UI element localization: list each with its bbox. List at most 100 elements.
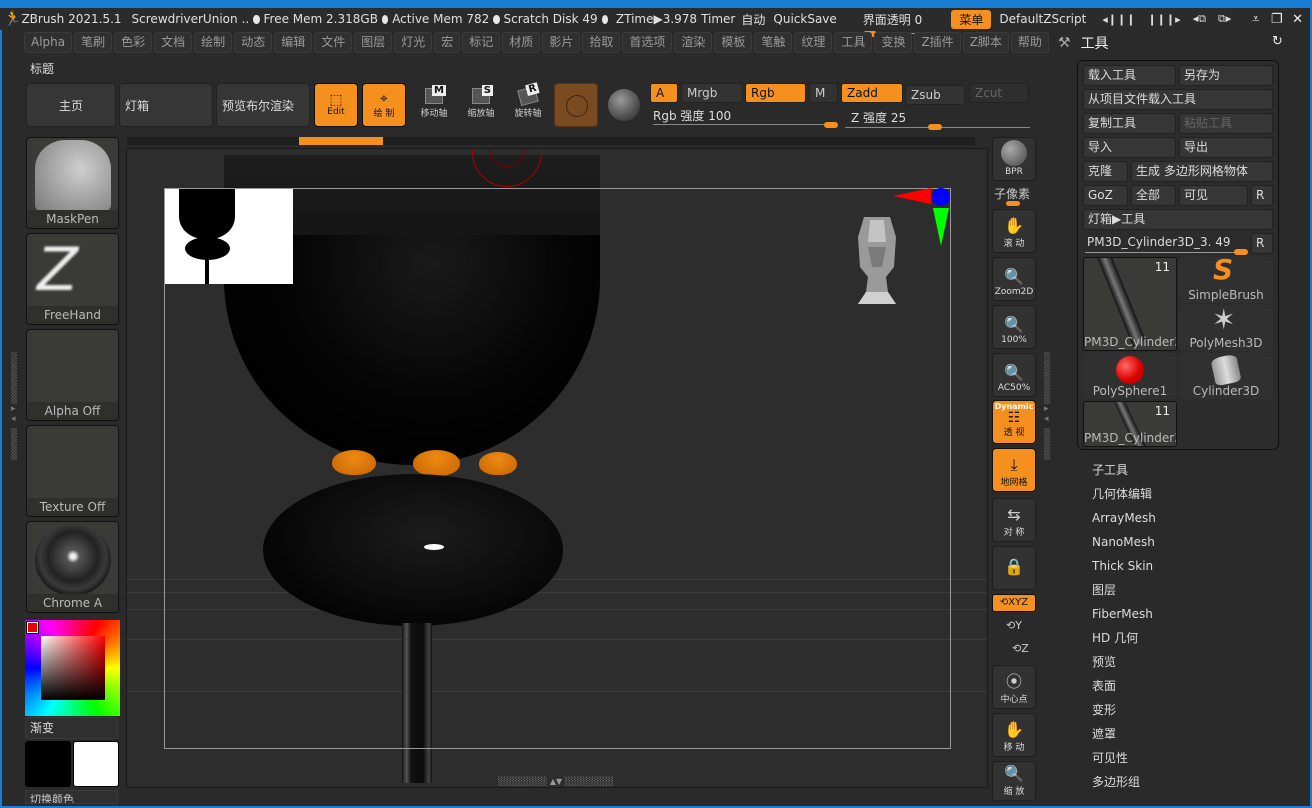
color-mode-icon[interactable] xyxy=(608,89,640,121)
zcut-toggle[interactable]: Zcut xyxy=(969,83,1029,103)
menu-item[interactable]: 编辑 xyxy=(274,32,313,53)
paste-tool-button[interactable]: 粘贴工具 xyxy=(1179,113,1273,134)
menu-item[interactable]: 纹理 xyxy=(794,32,833,53)
menu-button[interactable]: 菜单 xyxy=(951,9,992,29)
menu-item[interactable]: Z插件 xyxy=(914,32,961,53)
restore-icon[interactable]: ❐ xyxy=(1266,12,1287,27)
menu-item[interactable]: 绘制 xyxy=(194,32,233,53)
ac50-button[interactable]: 🔍 AC50% xyxy=(992,353,1036,397)
current-tool-slider-knob[interactable] xyxy=(1234,249,1248,255)
color-saturation-area[interactable] xyxy=(41,636,105,700)
mrgb-toggle[interactable]: Mrgb xyxy=(681,83,743,103)
menu-item[interactable]: 笔触 xyxy=(754,32,793,53)
move-view-button[interactable]: ✋ 移 动 xyxy=(992,713,1036,757)
default-zscript-button[interactable]: DefaultZScript xyxy=(999,12,1086,26)
left-tray-grip[interactable] xyxy=(11,428,17,460)
close-icon[interactable]: ✕ xyxy=(1287,12,1308,27)
rgb-intensity-track[interactable] xyxy=(653,124,831,125)
rotate-z-button[interactable]: ⟲Z xyxy=(1012,642,1029,655)
lock-camera-button[interactable]: 🔒 xyxy=(992,546,1036,590)
export-button[interactable]: 导出 xyxy=(1179,137,1273,158)
tool-r-button[interactable]: R xyxy=(1251,233,1273,254)
menu-item[interactable]: 笔刷 xyxy=(74,32,113,53)
make-polymesh-button[interactable]: 生成 多边形网格物体 xyxy=(1131,161,1273,182)
bottom-tray-handle[interactable]: ░░░░░░░░ ▲▼ ░░░░░░░░ xyxy=(491,777,621,786)
zsub-toggle[interactable]: Zsub xyxy=(905,85,965,105)
zoom-view-button[interactable]: 🔍 缩 放 xyxy=(992,761,1036,801)
import-button[interactable]: 导入 xyxy=(1083,137,1176,158)
edit-button[interactable]: ⬚ Edit xyxy=(314,83,358,127)
rotate-xyz-button[interactable]: ⟲XYZ xyxy=(992,594,1036,612)
menu-item[interactable]: 宏 xyxy=(434,32,461,53)
switch-color-button[interactable]: 切换颜色 xyxy=(25,790,118,804)
lightbox-button[interactable]: 灯箱 xyxy=(119,83,213,127)
tool-thumbnail[interactable]: 11 PM3D_Cylinder3 xyxy=(1083,257,1177,351)
m-toggle[interactable]: M xyxy=(809,83,838,103)
tool-thumbnail[interactable]: 11 PM3D_Cylinder3 xyxy=(1083,401,1177,447)
subpalette-item[interactable]: 变形 xyxy=(1092,702,1156,726)
subpalette-item[interactable]: 可见性 xyxy=(1092,750,1156,774)
subpalette-item[interactable]: HD 几何 xyxy=(1092,630,1156,654)
right-tray-grip[interactable] xyxy=(1044,428,1050,460)
move-button[interactable]: M 移动轴 xyxy=(414,85,454,124)
subpalette-item[interactable]: 图层 xyxy=(1092,582,1156,606)
menu-item[interactable]: 文件 xyxy=(314,32,353,53)
scroll-button[interactable]: ✋ 滚 动 xyxy=(992,209,1036,253)
menu-item[interactable]: 动态 xyxy=(234,32,273,53)
lightbox-tools-button[interactable]: 灯箱▶工具 xyxy=(1083,209,1273,230)
goz-r-button[interactable]: R xyxy=(1251,185,1273,206)
rotate-button[interactable]: R 旋转轴 xyxy=(508,82,548,124)
save-as-button[interactable]: 另存为 xyxy=(1179,65,1273,86)
subpalette-item[interactable]: 表面 xyxy=(1092,678,1156,702)
subpixel-slider-knob[interactable] xyxy=(1006,201,1020,206)
subpalette-item[interactable]: 预览 xyxy=(1092,654,1156,678)
draw-button[interactable]: ⌖ 绘 制 xyxy=(362,83,406,127)
subpalette-item[interactable]: 多边形组 xyxy=(1092,774,1156,798)
menu-item[interactable]: 标记 xyxy=(462,32,501,53)
rgb-toggle[interactable]: Rgb xyxy=(745,83,806,103)
menu-item[interactable]: 工具 xyxy=(834,32,873,53)
goz-button[interactable]: GoZ xyxy=(1083,185,1128,206)
menu-item[interactable]: 文档 xyxy=(154,32,193,53)
floor-button[interactable]: ⤓ 地网格 xyxy=(992,448,1036,492)
quicksave-button[interactable]: QuickSave xyxy=(773,12,836,26)
preview-boolean-button[interactable]: 预览布尔渲染 xyxy=(216,83,310,127)
menu-item[interactable]: 影片 xyxy=(542,32,581,53)
right-tray-arrow-icon[interactable]: ▸ ◂ xyxy=(1044,404,1049,424)
bpr-button[interactable]: BPR xyxy=(992,137,1036,181)
load-from-project-button[interactable]: 从项目文件载入工具 xyxy=(1083,89,1273,110)
menu-item[interactable]: 模板 xyxy=(714,32,753,53)
shrink-right-icon[interactable]: ❙❙❙▸ xyxy=(1147,13,1180,26)
shrink-left-icon[interactable]: ◂❙❙❙ xyxy=(1102,13,1135,26)
current-tool-slider-track[interactable] xyxy=(1085,252,1240,253)
canvas-viewport[interactable]: ░░░░░░░░ ▲▼ ░░░░░░░░ xyxy=(126,148,988,788)
home-button[interactable]: 主页 xyxy=(26,83,116,127)
copy-tool-button[interactable]: 复制工具 xyxy=(1083,113,1176,134)
z-intensity-knob[interactable] xyxy=(928,124,942,130)
material-button[interactable] xyxy=(554,83,598,127)
subpalette-item[interactable]: FiberMesh xyxy=(1092,606,1156,630)
goz-all-button[interactable]: 全部 xyxy=(1131,185,1176,206)
menu-item[interactable]: 渲染 xyxy=(674,32,713,53)
gradient-toggle[interactable]: 渐变 xyxy=(25,717,118,739)
load-tool-button[interactable]: 载入工具 xyxy=(1083,65,1176,86)
secondary-color-swatch[interactable] xyxy=(73,741,119,787)
left-tray-grip[interactable] xyxy=(11,352,17,404)
layout-prev-icon[interactable]: ◂⧉ xyxy=(1193,12,1206,26)
menu-item[interactable]: 灯光 xyxy=(394,32,433,53)
menu-item[interactable]: 材质 xyxy=(502,32,541,53)
stroke-thumbnail[interactable]: Z FreeHand xyxy=(26,233,119,325)
color-picker[interactable] xyxy=(25,620,120,716)
rgb-intensity-knob[interactable] xyxy=(824,122,838,128)
tool-thumbnail[interactable]: PolySphere1 xyxy=(1083,353,1177,399)
ui-opacity-slider[interactable]: 界面透明 0 xyxy=(862,11,953,37)
menu-item[interactable]: 图层 xyxy=(354,32,393,53)
main-color-swatch[interactable] xyxy=(25,741,71,787)
layout-next-icon[interactable]: ⧉▸ xyxy=(1218,12,1231,26)
texture-thumbnail[interactable]: Texture Off xyxy=(26,425,119,517)
minimize-icon[interactable]: ⩡ xyxy=(1245,12,1266,27)
symmetry-button[interactable]: ⇆ 对 称 xyxy=(992,498,1036,542)
gizmo-z-axis-icon[interactable] xyxy=(932,188,950,206)
a-toggle[interactable]: A xyxy=(650,83,678,103)
tool-thumbnail[interactable]: ✶ PolyMesh3D xyxy=(1179,305,1273,351)
